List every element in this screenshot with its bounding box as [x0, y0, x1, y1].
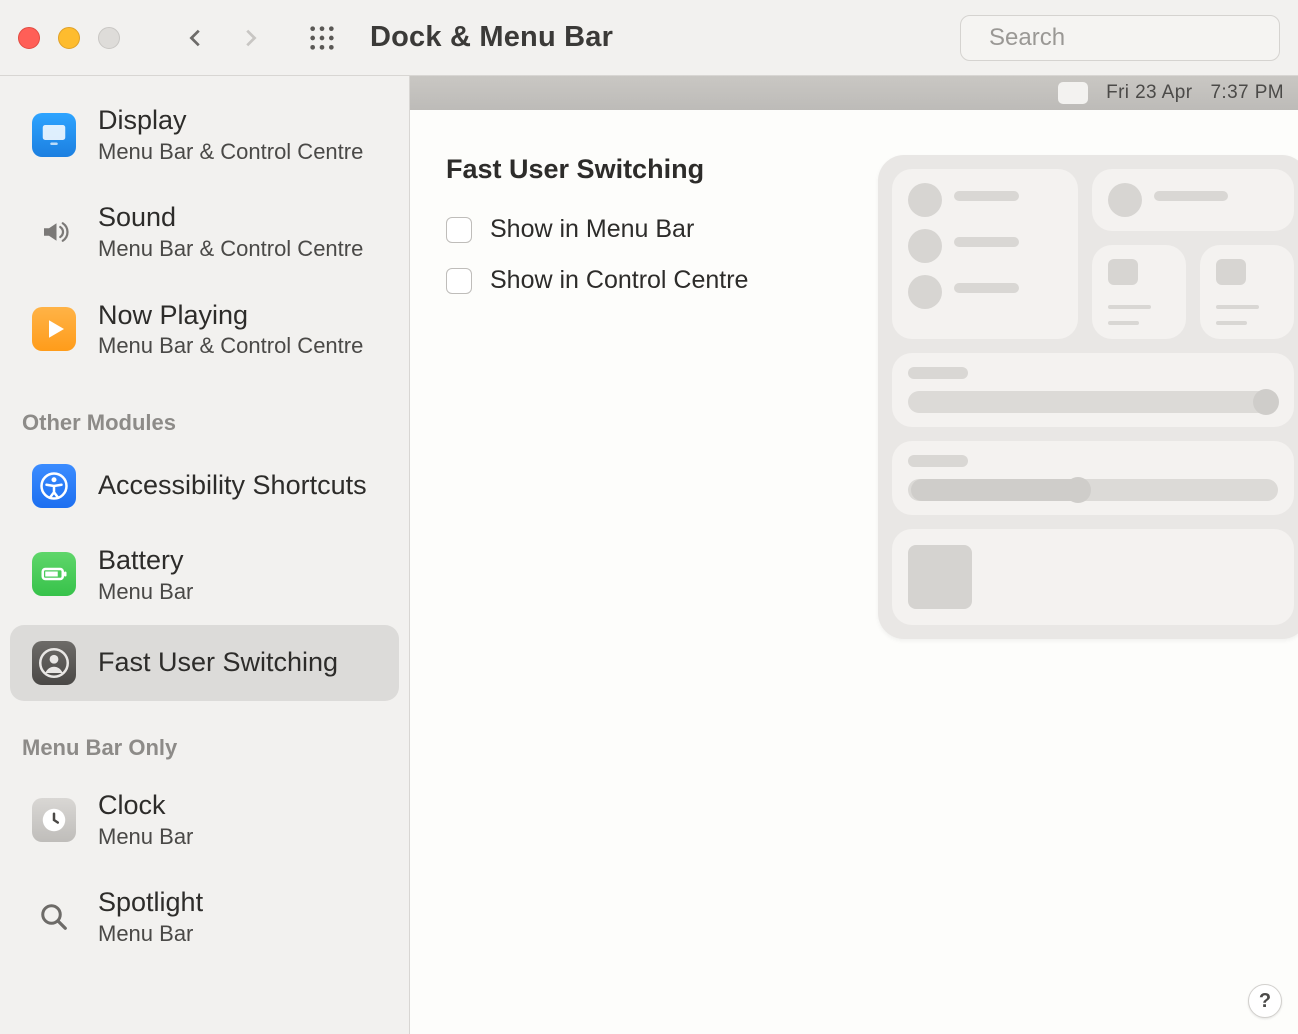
person-circle-icon — [32, 641, 76, 685]
menubar-time: 7:37 PM — [1210, 82, 1284, 104]
sidebar-item-sub: Menu Bar — [98, 920, 203, 948]
spotlight-icon — [32, 895, 76, 939]
sidebar-item-clock[interactable]: Clock Menu Bar — [10, 773, 399, 866]
sidebar-item-label: Sound — [98, 201, 363, 235]
control-centre-preview — [878, 155, 1298, 639]
toolbar: Dock & Menu Bar — [0, 0, 1298, 76]
chevron-right-icon — [239, 27, 261, 49]
sidebar-item-label: Clock — [98, 789, 193, 823]
sidebar-item-label: Display — [98, 104, 363, 138]
sidebar-header-menubar-only: Menu Bar Only — [0, 705, 409, 769]
menubar-preview: Fri 23 Apr 7:37 PM — [410, 76, 1298, 110]
accessibility-icon — [32, 464, 76, 508]
battery-icon — [32, 552, 76, 596]
sidebar-header-other: Other Modules — [0, 380, 409, 444]
sidebar-item-fast-user-switching[interactable]: Fast User Switching — [10, 625, 399, 701]
control-centre-menubar-icon — [1058, 82, 1088, 104]
sidebar-item-label: Battery — [98, 544, 193, 578]
window-controls — [18, 27, 120, 49]
back-button[interactable] — [178, 20, 214, 56]
cc-card-small-1 — [1092, 245, 1186, 339]
checkbox-label: Show in Menu Bar — [490, 215, 694, 244]
checkbox[interactable] — [446, 217, 472, 243]
window-title: Dock & Menu Bar — [370, 21, 613, 54]
sidebar-item-accessibility[interactable]: Accessibility Shortcuts — [10, 448, 399, 524]
cc-media-card — [892, 529, 1294, 625]
sidebar-item-sub: Menu Bar & Control Centre — [98, 235, 363, 263]
cc-slider-display — [892, 353, 1294, 427]
display-icon — [32, 113, 76, 157]
speaker-icon — [32, 210, 76, 254]
search-field[interactable] — [960, 15, 1280, 61]
sidebar-item-sub: Menu Bar — [98, 578, 193, 606]
minimize-window-button[interactable] — [58, 27, 80, 49]
checkbox[interactable] — [446, 268, 472, 294]
sidebar-item-label: Fast User Switching — [98, 646, 338, 680]
show-all-prefs-button[interactable] — [304, 20, 340, 56]
sidebar-item-sound[interactable]: Sound Menu Bar & Control Centre — [10, 185, 399, 278]
sidebar-item-sub: Menu Bar & Control Centre — [98, 332, 363, 360]
sidebar-item-label: Accessibility Shortcuts — [98, 469, 367, 503]
sidebar-item-display[interactable]: Display Menu Bar & Control Centre — [10, 88, 399, 181]
sidebar[interactable]: Display Menu Bar & Control Centre Sound … — [0, 76, 410, 1034]
menubar-date: Fri 23 Apr — [1106, 82, 1192, 104]
sidebar-item-label: Now Playing — [98, 299, 363, 333]
sidebar-item-sub: Menu Bar & Control Centre — [98, 138, 363, 166]
sidebar-item-spotlight[interactable]: Spotlight Menu Bar — [10, 870, 399, 963]
close-window-button[interactable] — [18, 27, 40, 49]
checkbox-label: Show in Control Centre — [490, 266, 748, 295]
help-button[interactable]: ? — [1248, 984, 1282, 1018]
clock-icon — [32, 798, 76, 842]
play-icon — [32, 307, 76, 351]
cc-slider-sound — [892, 441, 1294, 515]
search-input[interactable] — [989, 24, 1298, 52]
cc-card-focus — [1092, 169, 1294, 231]
sidebar-item-now-playing[interactable]: Now Playing Menu Bar & Control Centre — [10, 283, 399, 376]
grid-icon — [308, 24, 336, 52]
cc-card-connectivity — [892, 169, 1078, 339]
main-pane: Fri 23 Apr 7:37 PM Fast User Switching S… — [410, 76, 1298, 1034]
sidebar-item-battery[interactable]: Battery Menu Bar — [10, 528, 399, 621]
sidebar-item-sub: Menu Bar — [98, 823, 193, 851]
help-label: ? — [1259, 990, 1271, 1013]
chevron-left-icon — [185, 27, 207, 49]
forward-button[interactable] — [232, 20, 268, 56]
sidebar-item-label: Spotlight — [98, 886, 203, 920]
zoom-window-button[interactable] — [98, 27, 120, 49]
cc-card-small-2 — [1200, 245, 1294, 339]
